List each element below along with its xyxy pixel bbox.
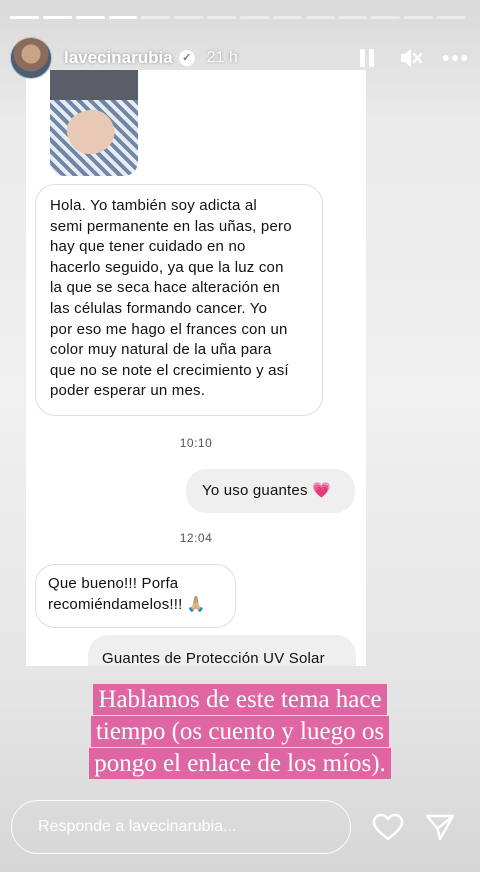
message-line: por eso me hago el frances con un bbox=[50, 320, 288, 338]
message-line: poder esperar un mes. bbox=[50, 382, 206, 400]
incoming-message: Que bueno!!! Porfa recomiéndamelos!!! 🙏🏼 bbox=[35, 564, 236, 628]
caption-line: Hablamos de este tema hace bbox=[93, 684, 387, 715]
story-time: 21 h bbox=[206, 49, 238, 66]
progress-segment bbox=[174, 16, 204, 19]
progress-segment bbox=[305, 16, 335, 19]
progress-segment bbox=[108, 16, 138, 19]
message-timestamp: 10:10 bbox=[179, 436, 213, 450]
message-line: la que se seca hace alteración en bbox=[50, 279, 281, 297]
mute-icon[interactable] bbox=[398, 45, 424, 71]
reply-input[interactable]: Responde a lavecinarubia... bbox=[11, 800, 351, 854]
heart-icon[interactable] bbox=[371, 810, 405, 844]
progress-segment bbox=[207, 16, 237, 19]
progress-segment bbox=[437, 16, 467, 19]
caption-line: pongo el enlace de los míos). bbox=[89, 748, 391, 779]
story-controls bbox=[354, 45, 468, 71]
story-header: lavecinarubia ✓ 21 h bbox=[10, 36, 468, 80]
username[interactable]: lavecinarubia bbox=[64, 48, 173, 68]
progress-segment bbox=[42, 16, 72, 19]
progress-segment bbox=[141, 16, 171, 19]
progress-segment bbox=[10, 16, 39, 19]
message-line: Que bueno!!! Porfa bbox=[48, 575, 179, 592]
progress-segment bbox=[240, 16, 269, 19]
message-line: semi permanente en las uñas, pero bbox=[50, 217, 292, 235]
message-line: color muy natural de la uña para bbox=[50, 341, 272, 359]
story-progress-bar bbox=[10, 16, 467, 19]
more-options-icon[interactable] bbox=[442, 45, 468, 71]
story-caption: Hablamos de este tema hace tiempo (os cu… bbox=[0, 684, 480, 780]
progress-segment bbox=[338, 16, 368, 19]
outgoing-message: Guantes de Protección UV Solar bbox=[88, 635, 356, 666]
avatar[interactable] bbox=[10, 37, 52, 79]
story-viewer: Hola. Yo también soy adicta al semi perm… bbox=[0, 0, 480, 872]
send-icon[interactable] bbox=[423, 810, 457, 844]
pause-icon[interactable] bbox=[354, 45, 380, 71]
shared-photo bbox=[50, 70, 138, 176]
progress-segment bbox=[75, 16, 105, 19]
message-line: recomiéndamelos!!! 🙏🏼 bbox=[48, 595, 206, 613]
message-line: hay que tener cuidado en no bbox=[50, 238, 246, 256]
message-line: hacerlo seguido, ya que la luz con bbox=[50, 258, 284, 276]
message-line: que no se note el crecimiento y así bbox=[50, 361, 289, 379]
chat-screenshot: Hola. Yo también soy adicta al semi perm… bbox=[26, 70, 366, 666]
progress-segment bbox=[371, 16, 401, 19]
progress-segment bbox=[272, 16, 302, 19]
progress-segment bbox=[404, 16, 434, 19]
message-timestamp: 12:04 bbox=[179, 531, 213, 545]
message-line: las células formando cancer. Yo bbox=[50, 299, 268, 317]
outgoing-message: Yo uso guantes 💗 bbox=[186, 469, 355, 513]
caption-line: tiempo (os cuento y luego os bbox=[90, 716, 390, 747]
message-line: Hola. Yo también soy adicta al bbox=[50, 197, 257, 214]
verified-badge-icon: ✓ bbox=[178, 50, 195, 66]
incoming-message: Hola. Yo también soy adicta al semi perm… bbox=[35, 184, 323, 416]
